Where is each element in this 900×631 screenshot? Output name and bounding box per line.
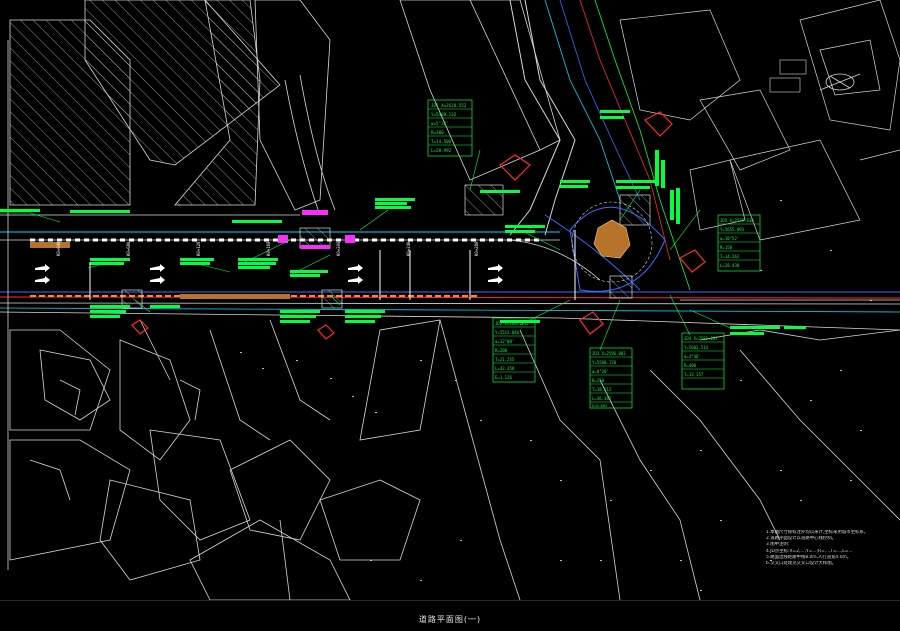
jd5-line-5: L=28.438 bbox=[720, 263, 740, 268]
jd5-line-4: T=14.262 bbox=[720, 254, 740, 259]
jd5-line-2: α=10°52' bbox=[720, 236, 739, 241]
jd2-line-4: T=21.255 bbox=[495, 357, 515, 362]
jd2-line-1: Y=5512.846 bbox=[495, 330, 520, 335]
general-notes: 1.本图尺寸除标注外均以米计,坐标采用城市坐标系。 2.道路平面设计以道路中心线… bbox=[766, 530, 876, 567]
jd4-line-1: Y=5602.514 bbox=[684, 345, 709, 350]
jd2-line-2: α=12°08' bbox=[495, 339, 514, 344]
station-1: K0+080 bbox=[126, 241, 131, 256]
jd5-line-0: JD5 X=2572.630 bbox=[720, 218, 754, 223]
jd1-line-4: T=14.506 bbox=[431, 139, 452, 144]
jd2-line-5: L=42.358 bbox=[495, 366, 515, 371]
station-0: K0+040 bbox=[56, 241, 61, 256]
jd3-line-3: R=250 bbox=[592, 378, 605, 383]
jd1-line-1: Y=5408.132 bbox=[431, 112, 457, 117]
jd-box-3: JD3 X=2596.083 Y=5560.170 α=8°20' R=250 … bbox=[589, 347, 633, 409]
jd3-line-6: E=0.662 bbox=[592, 404, 607, 408]
station-6: K0+280 bbox=[474, 241, 479, 256]
jd4-line-3: R=400 bbox=[684, 363, 697, 368]
jd3-line-1: Y=5560.170 bbox=[592, 360, 617, 365]
jd1-line-0: JD1 X=2618.552 bbox=[431, 103, 467, 108]
jd4-line-0: JD4 X=2581.207 bbox=[684, 336, 718, 341]
cad-drawing-canvas[interactable]: JD1 X=2618.552 Y=5408.132 α=5°32' R=300 … bbox=[0, 0, 900, 600]
note-line: 6.交叉口处理见交叉口设计大样图。 bbox=[766, 561, 837, 567]
jd3-line-2: α=8°20' bbox=[592, 369, 609, 374]
station-2: K0+120 bbox=[196, 241, 201, 256]
jd4-line-2: α=3°46' bbox=[684, 354, 701, 359]
jd-box-4: JD4 X=2581.207 Y=5602.514 α=3°46' R=400 … bbox=[681, 332, 725, 390]
jd-box-1: JD1 X=2618.552 Y=5408.132 α=5°32' R=300 … bbox=[427, 99, 473, 157]
station-4: K0+200 bbox=[336, 241, 341, 256]
jd3-line-4: T=18.212 bbox=[592, 387, 612, 392]
jd5-line-3: R=150 bbox=[720, 245, 733, 250]
jd4-line-4: T=13.157 bbox=[684, 372, 704, 377]
drawing-title: 道路平面图(一) bbox=[418, 615, 482, 624]
jd1-line-5: L=28.992 bbox=[431, 148, 452, 153]
station-3: K0+160 bbox=[266, 241, 271, 256]
station-labels: K0+040 K0+080 K0+120 K0+160 K0+200 K0+24… bbox=[56, 241, 479, 256]
jd2-line-3: R=200 bbox=[495, 348, 508, 353]
north-arrow-icon bbox=[819, 73, 861, 91]
jd3-line-0: JD3 X=2596.083 bbox=[592, 351, 626, 356]
jd1-line-3: R=300 bbox=[431, 130, 444, 135]
jd3-line-5: L=36.362 bbox=[592, 396, 612, 401]
jd1-line-2: α=5°32' bbox=[431, 121, 449, 126]
jd2-line-0: JD2 X=2601.115 bbox=[495, 321, 529, 326]
jd5-line-1: Y=5655.093 bbox=[720, 227, 745, 232]
existing-buildings-layer bbox=[9, 0, 900, 241]
jd2-line-6: E=1.126 bbox=[495, 375, 512, 380]
